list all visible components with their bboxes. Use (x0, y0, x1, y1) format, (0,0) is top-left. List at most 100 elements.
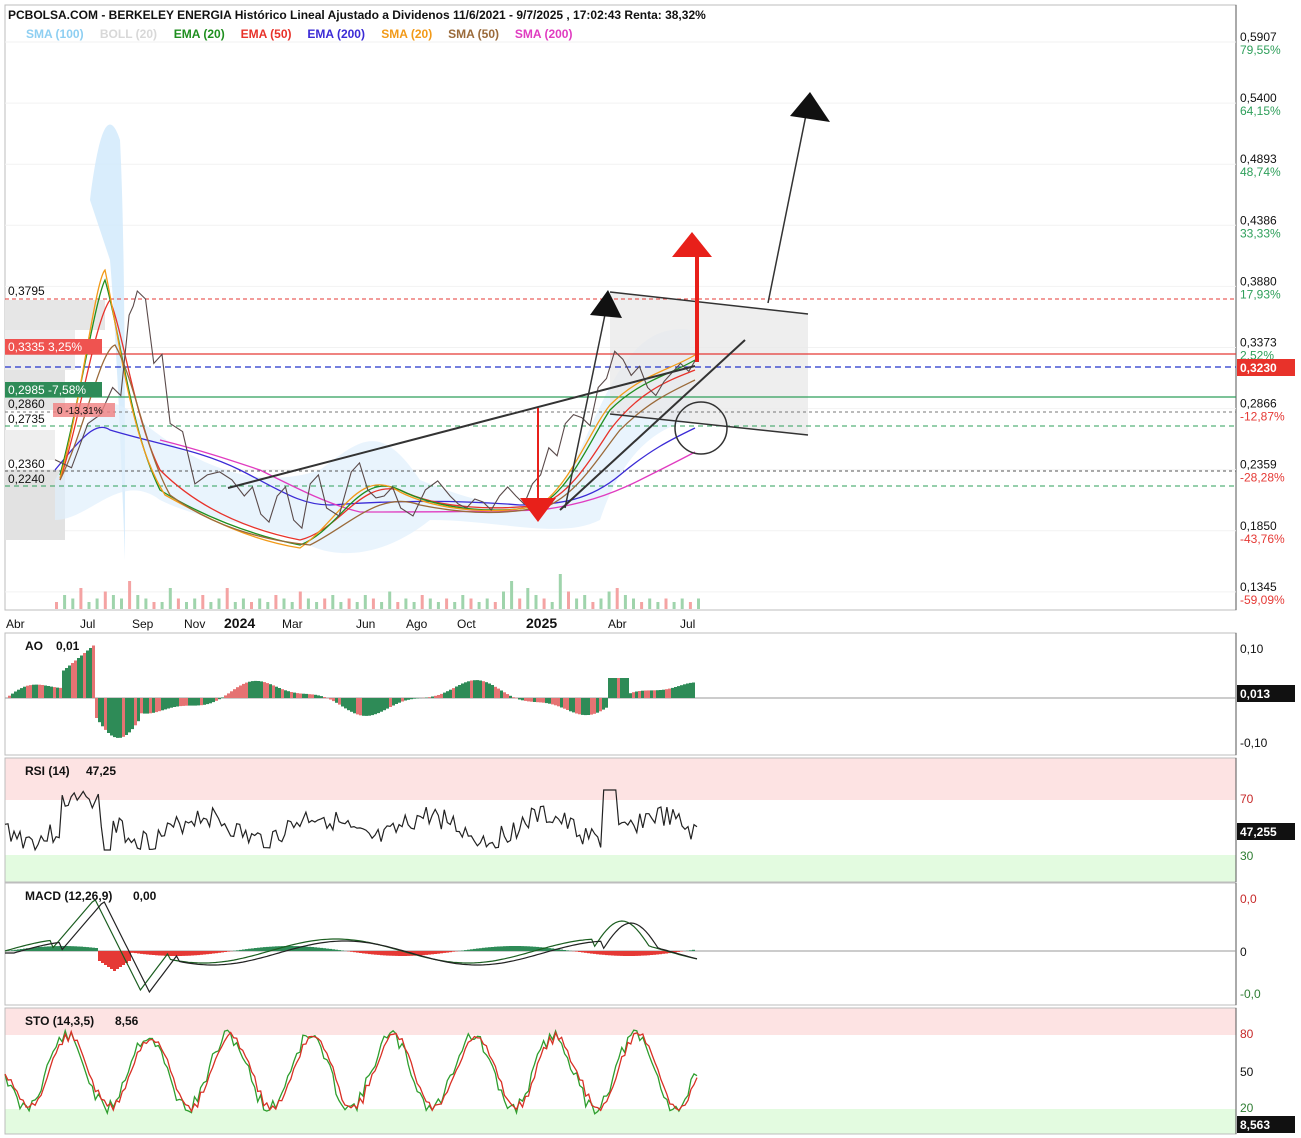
rsi-label: RSI (14) (25, 764, 70, 778)
ao-bar (317, 695, 320, 698)
ao-bar (380, 698, 383, 712)
ao-bar (497, 688, 500, 698)
macd-bar (566, 950, 569, 951)
macd-bar (110, 951, 113, 969)
legend-item: SMA (50) (448, 27, 499, 41)
ao-bar (467, 681, 470, 698)
macd-bar (179, 951, 182, 956)
ao-bar (245, 682, 248, 698)
volume-bar (176, 598, 180, 609)
macd-bar (599, 951, 602, 955)
macd-bar (47, 946, 50, 951)
volume-bar (152, 602, 156, 609)
macd-bar (98, 951, 101, 961)
ao-bar (401, 698, 404, 702)
ao-bar (485, 682, 488, 698)
macd-bar (527, 946, 530, 951)
ao-bar (569, 698, 572, 712)
macd-bar (191, 951, 194, 956)
level-label: 0,2985 -7,58% (8, 383, 86, 397)
macd-bar (560, 949, 563, 951)
ao-bar (554, 698, 557, 706)
ao-bar (545, 698, 548, 704)
ao-bar (671, 687, 674, 698)
legend-item: SMA (200) (515, 27, 573, 41)
volume-bar (623, 595, 627, 609)
ao-bar (230, 691, 233, 698)
price-tick: 0,5907 (1240, 30, 1277, 44)
macd-bar (491, 947, 494, 951)
ao-bar (443, 692, 446, 698)
macd-line (4, 899, 698, 992)
macd-bar (332, 949, 335, 951)
ao-bar (86, 650, 89, 698)
volume-bar (63, 595, 67, 609)
ao-bar (17, 689, 20, 698)
macd-bar (395, 951, 398, 956)
ao-bar (65, 668, 68, 698)
volume-bar (615, 588, 619, 609)
chart-title: PCBOLSA.COM - BERKELEY ENERGIA Histórico… (8, 8, 706, 22)
macd-bar (101, 951, 104, 963)
red-arrow-up-icon (672, 232, 712, 257)
volume-bar (298, 591, 302, 609)
ao-bar (146, 698, 149, 714)
ao-bar (254, 680, 257, 698)
volume-bar (185, 602, 188, 609)
ao-bar (377, 698, 380, 714)
ao-bar (500, 690, 503, 698)
volume-bar (607, 591, 611, 609)
pattern-box (610, 292, 808, 435)
macd-bar (623, 951, 626, 956)
ao-bar (536, 698, 539, 703)
ao-bar (410, 698, 413, 700)
volume-bar (599, 598, 603, 609)
macd-bar (173, 951, 176, 956)
volume-bar (79, 588, 83, 609)
ao-bar (95, 698, 98, 718)
macd-bar (563, 950, 566, 951)
ao-bar (218, 698, 221, 700)
macd-bar (386, 951, 389, 956)
ao-bar (122, 698, 125, 737)
volume-bar (640, 602, 644, 609)
ao-bar (680, 685, 683, 698)
macd-bar (308, 946, 311, 951)
macd-bar (476, 948, 479, 951)
ao-bar (236, 687, 239, 698)
macd-bar (326, 948, 329, 951)
macd-bar (317, 947, 320, 951)
macd-bar (467, 949, 470, 951)
ao-bar (143, 698, 146, 714)
macd-bar (338, 950, 341, 951)
ao-bar (548, 698, 551, 704)
macd-bar (170, 951, 173, 956)
macd-bar (638, 951, 641, 956)
ao-bar (269, 684, 272, 698)
ao-bar (275, 686, 278, 698)
volume-bar (95, 598, 99, 609)
ao-bar (347, 698, 350, 711)
macd-bar (89, 947, 92, 951)
ao-bar (53, 687, 56, 698)
macd-histogram (8, 946, 695, 971)
macd-bar (662, 951, 665, 954)
macd-bar (134, 951, 137, 954)
ao-bar (584, 698, 587, 716)
ao-bar (587, 698, 590, 715)
macd-value: 0,00 (133, 889, 157, 903)
ao-bar (632, 692, 635, 698)
pct-tick: 64,15% (1240, 104, 1281, 118)
macd-bar (245, 949, 248, 951)
ao-bar (98, 698, 101, 723)
macd-bar (221, 951, 224, 953)
ao-bar (308, 694, 311, 698)
macd-tick: -0,0 (1240, 987, 1261, 1001)
macd-bar (56, 946, 59, 951)
ao-bar (677, 686, 680, 698)
sto-value: 8,56 (115, 1014, 139, 1028)
volume-bar (290, 602, 294, 609)
ao-bar (140, 698, 143, 714)
price-tick: 0,4386 (1240, 213, 1277, 227)
macd-bar (242, 949, 245, 951)
